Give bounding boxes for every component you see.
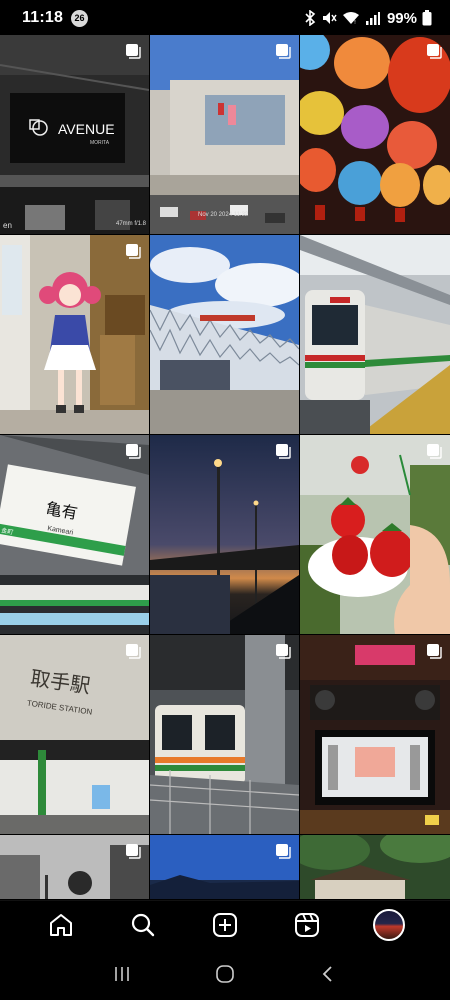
tile-caption-left: en — [3, 221, 12, 230]
post-image — [150, 635, 299, 834]
bottom-navigation — [0, 900, 450, 948]
status-bar: 11:18 26 ! 99% — [0, 0, 450, 36]
post-tile[interactable] — [150, 435, 299, 634]
multiple-photos-icon — [126, 644, 141, 659]
post-image — [150, 435, 299, 634]
multiple-photos-icon — [126, 844, 141, 859]
nav-search-button[interactable] — [121, 903, 165, 947]
svg-text:!: ! — [354, 20, 356, 25]
profile-photo-grid: AVENUE MORITA en 47mm f/1.8 Nov 20 2024 … — [0, 35, 450, 899]
tile-caption: Nov 20 2024 11:32 — [198, 212, 249, 218]
post-tile[interactable] — [300, 835, 450, 899]
post-image — [300, 35, 450, 234]
home-icon — [50, 913, 72, 936]
post-tile[interactable] — [300, 35, 450, 234]
nav-create-button[interactable] — [203, 903, 247, 947]
wifi-icon: ! — [342, 11, 360, 25]
post-image — [0, 235, 149, 434]
nav-reels-button[interactable] — [285, 903, 329, 947]
post-tile[interactable] — [300, 635, 450, 834]
status-icons: ! 99% — [304, 10, 432, 27]
back-button[interactable] — [308, 954, 348, 994]
post-image — [300, 235, 450, 434]
multiple-photos-icon — [427, 444, 442, 459]
recent-apps-button[interactable] — [102, 954, 142, 994]
back-chevron-icon — [323, 966, 332, 982]
post-image — [300, 635, 450, 834]
post-tile[interactable]: Nov 20 2024 11:32 — [150, 35, 299, 234]
multiple-photos-icon — [126, 44, 141, 59]
avenue-sign-text: AVENUE — [58, 121, 115, 137]
mute-icon — [321, 10, 337, 26]
multiple-photos-icon — [276, 844, 291, 859]
nav-profile-button[interactable] — [367, 903, 411, 947]
post-image — [150, 235, 299, 434]
post-tile[interactable] — [150, 835, 299, 899]
system-navigation-bar — [0, 948, 450, 1000]
recent-apps-icon — [114, 967, 129, 981]
reels-icon — [295, 912, 319, 937]
multiple-photos-icon — [276, 44, 291, 59]
post-tile[interactable] — [300, 235, 450, 434]
post-image — [150, 35, 299, 234]
home-system-button[interactable] — [205, 954, 245, 994]
avenue-sign-sub: MORITA — [90, 140, 110, 146]
battery-percent: 99% — [386, 9, 417, 27]
signal-icon — [365, 11, 380, 25]
post-tile[interactable] — [300, 435, 450, 634]
create-icon — [213, 912, 237, 937]
multiple-photos-icon — [427, 644, 442, 659]
post-image — [300, 835, 450, 899]
status-time: 11:18 — [22, 9, 64, 26]
post-tile[interactable] — [150, 235, 299, 434]
bluetooth-icon — [304, 10, 316, 26]
nav-home-button[interactable] — [39, 903, 83, 947]
post-tile[interactable] — [0, 235, 149, 434]
post-image: 取手駅 TORIDE STATION — [0, 635, 149, 834]
post-tile[interactable] — [150, 635, 299, 834]
post-image: 亀有 Kameari 金町 — [0, 435, 149, 634]
post-tile[interactable] — [0, 835, 149, 899]
home-circle-icon — [216, 965, 234, 983]
multiple-photos-icon — [276, 444, 291, 459]
search-icon — [131, 913, 155, 936]
multiple-photos-icon — [427, 44, 442, 59]
post-tile[interactable]: 取手駅 TORIDE STATION — [0, 635, 149, 834]
post-tile[interactable]: AVENUE MORITA en 47mm f/1.8 — [0, 35, 149, 234]
post-image — [300, 435, 450, 634]
tile-caption-right: 47mm f/1.8 — [115, 221, 146, 227]
multiple-photos-icon — [276, 644, 291, 659]
multiple-photos-icon — [126, 244, 141, 259]
post-tile[interactable]: 亀有 Kameari 金町 — [0, 435, 149, 634]
notification-count-badge: 26 — [71, 9, 89, 27]
profile-avatar — [373, 908, 405, 941]
battery-icon — [422, 10, 432, 26]
post-image: AVENUE MORITA — [0, 35, 149, 234]
multiple-photos-icon — [126, 444, 141, 459]
